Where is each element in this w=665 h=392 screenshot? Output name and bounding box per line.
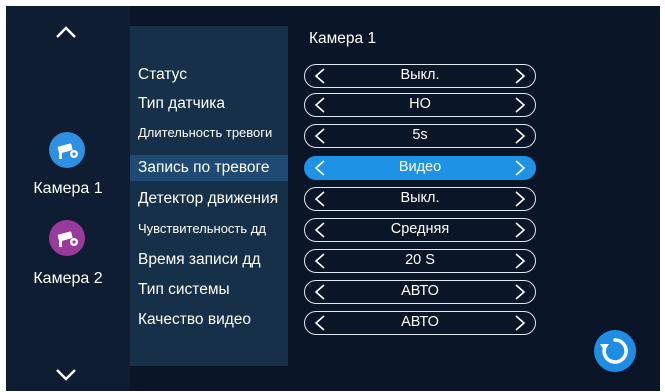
chevron-right-icon[interactable]	[513, 253, 527, 269]
selector-motion-detector[interactable]: Выкл.	[304, 187, 536, 211]
chevron-left-icon[interactable]	[313, 191, 327, 207]
chevron-down-icon[interactable]	[53, 361, 79, 387]
setting-label-alarm-duration: Длительность тревоги	[138, 125, 273, 140]
camera-label: Камера 1	[33, 180, 103, 197]
chevron-left-icon[interactable]	[313, 315, 327, 331]
chevron-left-icon[interactable]	[313, 222, 327, 238]
selector-value: АВТО	[401, 283, 439, 299]
chevron-right-icon[interactable]	[513, 191, 527, 207]
camera-sidebar: Камера 1 Камера 2	[6, 6, 130, 391]
chevron-right-icon[interactable]	[513, 97, 527, 113]
settings-labels-panel: Статус Тип датчика Длительность тревоги …	[130, 26, 288, 366]
selector-value: Видео	[398, 159, 442, 175]
chevron-right-icon[interactable]	[513, 284, 527, 300]
selector-status[interactable]: Выкл.	[304, 64, 536, 88]
setting-label-motion-detector: Детектор движения	[138, 190, 279, 207]
refresh-icon	[600, 338, 628, 364]
setting-label-alarm-record: Запись по тревоге	[130, 155, 288, 181]
setting-label-status: Статус	[138, 66, 187, 83]
page-title: Камера 1	[309, 30, 377, 47]
selector-value: Выкл.	[400, 190, 440, 206]
setting-label-md-sensitivity: Чувствительность дд	[138, 221, 266, 236]
chevron-right-icon[interactable]	[513, 128, 527, 144]
selector-video-quality[interactable]: АВТО	[304, 311, 536, 335]
chevron-left-icon[interactable]	[313, 97, 327, 113]
selector-value: Выкл.	[400, 67, 440, 83]
chevron-left-icon[interactable]	[313, 160, 327, 176]
chevron-left-icon[interactable]	[313, 128, 327, 144]
chevron-left-icon[interactable]	[313, 68, 327, 84]
selector-alarm-record[interactable]: Видео	[304, 156, 536, 180]
selector-value: АВТО	[401, 314, 439, 330]
setting-label-sensor-type: Тип датчика	[138, 95, 226, 112]
chevron-left-icon[interactable]	[313, 253, 327, 269]
selector-md-record-time[interactable]: 20 S	[304, 249, 536, 273]
camera-settings-icon	[49, 220, 85, 256]
chevron-right-icon[interactable]	[513, 160, 527, 176]
setting-label-video-quality: Качество видео	[138, 311, 252, 328]
chevron-right-icon[interactable]	[513, 68, 527, 84]
selector-md-sensitivity[interactable]: Средняя	[304, 218, 536, 242]
camera-label: Камера 2	[33, 270, 103, 287]
selector-value: 20 S	[405, 252, 435, 268]
selector-system-type[interactable]: АВТО	[304, 280, 536, 304]
chevron-right-icon[interactable]	[513, 315, 527, 331]
selector-sensor-type[interactable]: НО	[304, 93, 536, 117]
chevron-up-icon[interactable]	[53, 20, 79, 46]
selector-alarm-duration[interactable]: 5s	[304, 124, 536, 148]
selector-value: НО	[409, 96, 431, 112]
setting-label-md-record-time: Время записи дд	[138, 251, 261, 268]
device-frame: Камера 1 Камера 2 Статус Тип датчика Дли…	[0, 0, 665, 391]
selector-value: 5s	[412, 127, 428, 143]
chevron-left-icon[interactable]	[313, 284, 327, 300]
camera-settings-icon	[49, 132, 85, 168]
chevron-right-icon[interactable]	[513, 222, 527, 238]
selector-value: Средняя	[390, 221, 450, 237]
setting-label-system-type: Тип системы	[138, 281, 230, 298]
refresh-button[interactable]	[594, 330, 636, 372]
